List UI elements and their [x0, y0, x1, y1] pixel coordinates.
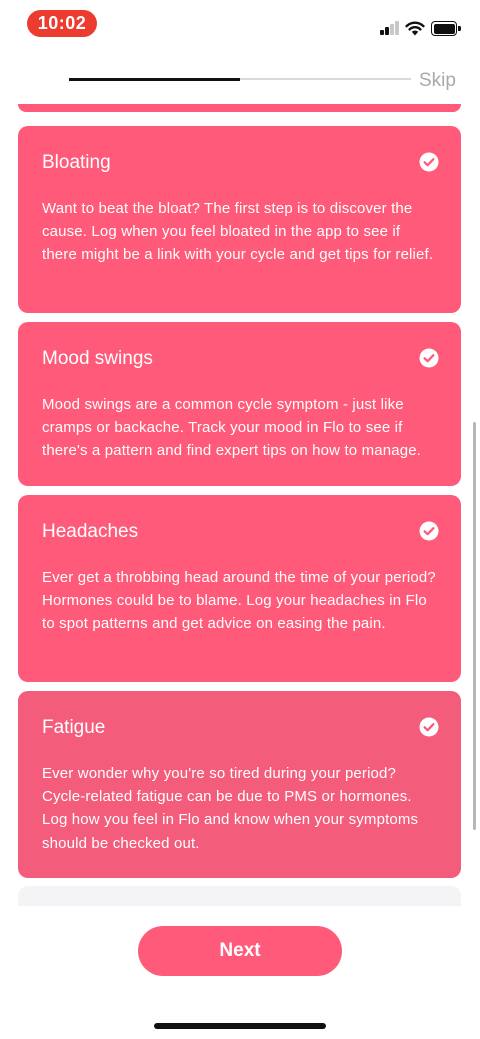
cellular-signal-icon	[380, 21, 400, 35]
check-icon	[419, 152, 439, 172]
symptom-card-fatigue[interactable]: Fatigue Ever wonder why you're so tired …	[18, 691, 461, 878]
check-icon	[419, 521, 439, 541]
progress-fill	[69, 77, 240, 81]
check-icon	[419, 717, 439, 737]
skip-button[interactable]: Skip	[419, 70, 456, 92]
symptom-card-headaches[interactable]: Headaches Ever get a throbbing head arou…	[18, 495, 461, 682]
symptom-card-mood-swings[interactable]: Mood swings Mood swings are a common cyc…	[18, 322, 461, 486]
card-description: Ever get a throbbing head around the tim…	[42, 569, 436, 633]
card-description: Want to beat the bloat? The first step i…	[42, 200, 434, 264]
onboarding-progress-bar	[69, 77, 411, 81]
card-title: Bloating	[42, 152, 111, 173]
symptom-card-bloating[interactable]: Bloating Want to beat the bloat? The fir…	[18, 126, 461, 313]
onboarding-screen: 10:02 Skip Bloating Want to beat the blo…	[0, 0, 480, 1039]
next-card-partial[interactable]	[18, 886, 461, 906]
wifi-icon	[405, 21, 425, 36]
card-title: Headaches	[42, 521, 139, 542]
symptom-list[interactable]: Bloating Want to beat the bloat? The fir…	[0, 104, 480, 906]
card-description: Mood swings are a common cycle symptom -…	[42, 396, 421, 460]
home-indicator[interactable]	[154, 1023, 326, 1029]
card-description: Ever wonder why you're so tired during y…	[42, 765, 419, 852]
previous-card[interactable]	[18, 104, 461, 112]
card-title: Fatigue	[42, 717, 106, 738]
status-bar: 10:02	[0, 0, 480, 50]
scrollbar[interactable]	[473, 422, 476, 830]
next-button[interactable]: Next	[138, 926, 342, 976]
card-title: Mood swings	[42, 348, 153, 369]
status-time: 10:02	[27, 10, 97, 37]
check-icon	[419, 348, 439, 368]
battery-icon	[431, 21, 461, 36]
